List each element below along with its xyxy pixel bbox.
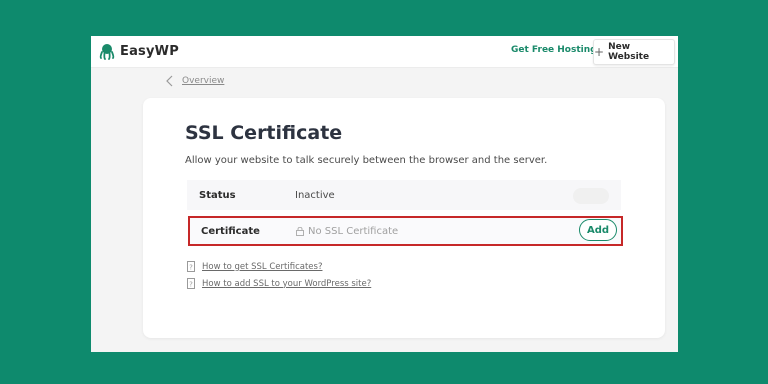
document-icon: ? (187, 261, 195, 272)
brand-name: EasyWP (120, 44, 179, 59)
ssl-toggle[interactable] (573, 188, 609, 204)
chevron-left-icon[interactable] (166, 75, 173, 87)
svg-text:?: ? (189, 281, 193, 289)
app-window: EasyWP Get Free Hosting + New Website Ov… (91, 36, 678, 352)
help-link-item: ? How to get SSL Certificates? (187, 261, 322, 272)
breadcrumb-overview-link[interactable]: Overview (182, 76, 224, 86)
page-title: SSL Certificate (185, 122, 343, 144)
certificate-label: Certificate (201, 225, 260, 237)
get-free-hosting-link[interactable]: Get Free Hosting (511, 45, 597, 55)
document-icon: ? (187, 278, 195, 289)
ssl-card: SSL Certificate Allow your website to ta… (143, 98, 665, 338)
octopus-logo-icon (99, 44, 115, 60)
breadcrumb: Overview (166, 75, 224, 87)
new-website-button[interactable]: + New Website (593, 39, 675, 65)
help-link-item: ? How to add SSL to your WordPress site? (187, 278, 371, 289)
certificate-row: Certificate No SSL Certificate Add (188, 216, 623, 246)
help-link-get-ssl[interactable]: How to get SSL Certificates? (202, 262, 322, 272)
status-label: Status (199, 189, 236, 201)
add-certificate-button[interactable]: Add (579, 219, 617, 241)
status-value: Inactive (295, 189, 335, 201)
new-website-label: New Website (608, 42, 650, 62)
lock-icon (296, 226, 304, 236)
svg-text:?: ? (189, 264, 193, 272)
top-bar: EasyWP Get Free Hosting + New Website (91, 36, 678, 68)
plus-icon: + (594, 45, 605, 59)
page-subtitle: Allow your website to talk securely betw… (185, 155, 548, 166)
certificate-value: No SSL Certificate (296, 226, 398, 237)
status-row: Status Inactive (187, 180, 621, 210)
help-link-add-ssl-wordpress[interactable]: How to add SSL to your WordPress site? (202, 279, 371, 289)
certificate-value-text: No SSL Certificate (308, 225, 399, 237)
